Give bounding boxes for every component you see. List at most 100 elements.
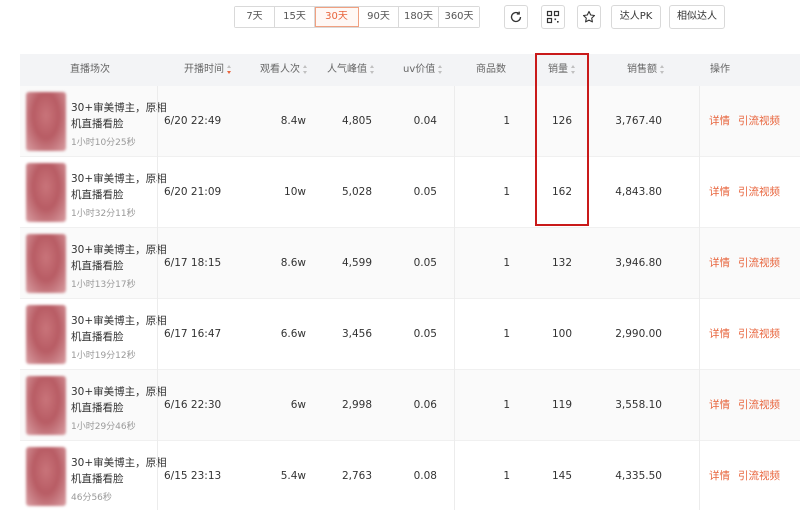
traffic-video-link[interactable]: 引流视频 <box>738 441 780 510</box>
range-option[interactable]: 90天 <box>359 7 399 27</box>
revenue-cell: 4,335.50 <box>615 470 662 482</box>
session-duration: 1小时10分25秒 <box>71 138 136 148</box>
qr-code-button[interactable] <box>541 5 565 29</box>
detail-link[interactable]: 详情 <box>709 86 730 157</box>
traffic-video-link[interactable]: 引流视频 <box>738 157 780 228</box>
session-duration: 46分56秒 <box>71 493 112 503</box>
peak-cell: 5,028 <box>341 186 372 198</box>
header-peak[interactable]: 人气峰值 <box>327 54 375 86</box>
session-duration: 1小时32分11秒 <box>71 209 136 219</box>
session-thumbnail[interactable] <box>26 234 66 293</box>
session-title[interactable]: 30+审美博主，原相机直播看脸 <box>71 313 171 345</box>
table-header: 直播场次 开播时间 观看人次 人气峰值 uv价值 商品数 销量 销售额 操作 <box>20 54 800 86</box>
session-thumbnail[interactable] <box>26 376 66 435</box>
range-option[interactable]: 15天 <box>275 7 315 27</box>
compare-pk-button[interactable]: 达人PK <box>611 5 661 29</box>
header-revenue[interactable]: 销售额 <box>627 54 665 86</box>
products-cell: 1 <box>503 328 510 340</box>
traffic-video-link[interactable]: 引流视频 <box>738 86 780 157</box>
star-icon <box>582 10 596 23</box>
column-divider <box>157 86 158 510</box>
peak-cell: 4,599 <box>341 257 372 269</box>
detail-link[interactable]: 详情 <box>709 157 730 228</box>
similar-creators-button[interactable]: 相似达人 <box>669 5 725 29</box>
peak-cell: 3,456 <box>341 328 372 340</box>
peak-cell: 2,763 <box>341 470 372 482</box>
table-row: 30+审美博主，原相机直播看脸 1小时10分25秒 6/20 22:49 8.4w 4,… <box>20 86 800 157</box>
sales-cell: 132 <box>551 257 572 269</box>
traffic-video-link[interactable]: 引流视频 <box>738 370 780 441</box>
start-time-cell: 6/17 16:47 <box>164 328 222 340</box>
traffic-video-link[interactable]: 引流视频 <box>738 299 780 370</box>
sort-icon <box>438 64 443 74</box>
session-thumbnail[interactable] <box>26 447 66 506</box>
column-divider <box>699 86 700 510</box>
refresh-icon <box>510 11 522 23</box>
session-title[interactable]: 30+审美博主，原相机直播看脸 <box>71 384 171 416</box>
range-option[interactable]: 360天 <box>439 7 479 27</box>
sort-icon <box>227 64 232 74</box>
header-actions: 操作 <box>710 64 730 75</box>
sort-icon <box>303 64 308 74</box>
header-viewers[interactable]: 观看人次 <box>260 54 308 86</box>
column-divider <box>454 86 455 510</box>
uv-cell: 0.04 <box>413 115 437 127</box>
viewers-cell: 8.4w <box>280 115 306 127</box>
uv-cell: 0.06 <box>413 399 437 411</box>
start-time-cell: 6/20 22:49 <box>164 115 222 127</box>
viewers-cell: 5.4w <box>280 470 306 482</box>
sales-cell: 100 <box>551 328 572 340</box>
products-cell: 1 <box>503 399 510 411</box>
detail-link[interactable]: 详情 <box>709 370 730 441</box>
sales-cell: 119 <box>551 399 572 411</box>
revenue-cell: 3,767.40 <box>615 115 662 127</box>
live-sessions-page: 7天 15天 30天 90天 180天 360天 达人PK 相似达人 直播场次 … <box>0 0 800 510</box>
peak-cell: 2,998 <box>341 399 372 411</box>
header-start-time[interactable]: 开播时间 <box>184 54 232 86</box>
revenue-cell: 3,946.80 <box>615 257 662 269</box>
session-duration: 1小时29分46秒 <box>71 422 136 432</box>
products-cell: 1 <box>503 257 510 269</box>
qr-code-icon <box>546 10 560 24</box>
products-cell: 1 <box>503 186 510 198</box>
uv-cell: 0.05 <box>413 186 437 198</box>
header-sales[interactable]: 销量 <box>548 54 576 86</box>
session-title[interactable]: 30+审美博主，原相机直播看脸 <box>71 242 171 274</box>
detail-link[interactable]: 详情 <box>709 441 730 510</box>
viewers-cell: 10w <box>284 186 306 198</box>
peak-cell: 4,805 <box>341 115 372 127</box>
detail-link[interactable]: 详情 <box>709 299 730 370</box>
revenue-cell: 3,558.10 <box>615 399 662 411</box>
session-thumbnail[interactable] <box>26 163 66 222</box>
session-duration: 1小时13分17秒 <box>71 280 136 290</box>
uv-cell: 0.05 <box>413 328 437 340</box>
table-row: 30+审美博主，原相机直播看脸 1小时32分11秒 6/20 21:09 10w 5,0… <box>20 157 800 228</box>
session-title[interactable]: 30+审美博主，原相机直播看脸 <box>71 455 171 487</box>
table-body: 30+审美博主，原相机直播看脸 1小时10分25秒 6/20 22:49 8.4w 4,… <box>20 86 800 510</box>
range-option[interactable]: 30天 <box>315 7 359 27</box>
session-title[interactable]: 30+审美博主，原相机直播看脸 <box>71 100 171 132</box>
detail-link[interactable]: 详情 <box>709 228 730 299</box>
header-uv[interactable]: uv价值 <box>403 54 443 86</box>
sort-icon <box>571 64 576 74</box>
live-sessions-table: 直播场次 开播时间 观看人次 人气峰值 uv价值 商品数 销量 销售额 操作 3… <box>20 54 800 510</box>
products-cell: 1 <box>503 115 510 127</box>
start-time-cell: 6/16 22:30 <box>164 399 222 411</box>
session-thumbnail[interactable] <box>26 305 66 364</box>
start-time-cell: 6/20 21:09 <box>164 186 222 198</box>
favorite-button[interactable] <box>577 5 601 29</box>
traffic-video-link[interactable]: 引流视频 <box>738 228 780 299</box>
header-session: 直播场次 <box>70 64 110 75</box>
revenue-cell: 2,990.00 <box>615 328 662 340</box>
start-time-cell: 6/17 18:15 <box>164 257 222 269</box>
filter-toolbar: 7天 15天 30天 90天 180天 360天 达人PK 相似达人 <box>0 0 800 44</box>
header-products: 商品数 <box>476 64 506 75</box>
range-option[interactable]: 7天 <box>235 7 275 27</box>
session-thumbnail[interactable] <box>26 92 66 151</box>
viewers-cell: 6.6w <box>280 328 306 340</box>
refresh-button[interactable] <box>504 5 528 29</box>
sort-icon <box>660 64 665 74</box>
range-option[interactable]: 180天 <box>399 7 439 27</box>
sort-icon <box>370 64 375 74</box>
session-title[interactable]: 30+审美博主，原相机直播看脸 <box>71 171 171 203</box>
